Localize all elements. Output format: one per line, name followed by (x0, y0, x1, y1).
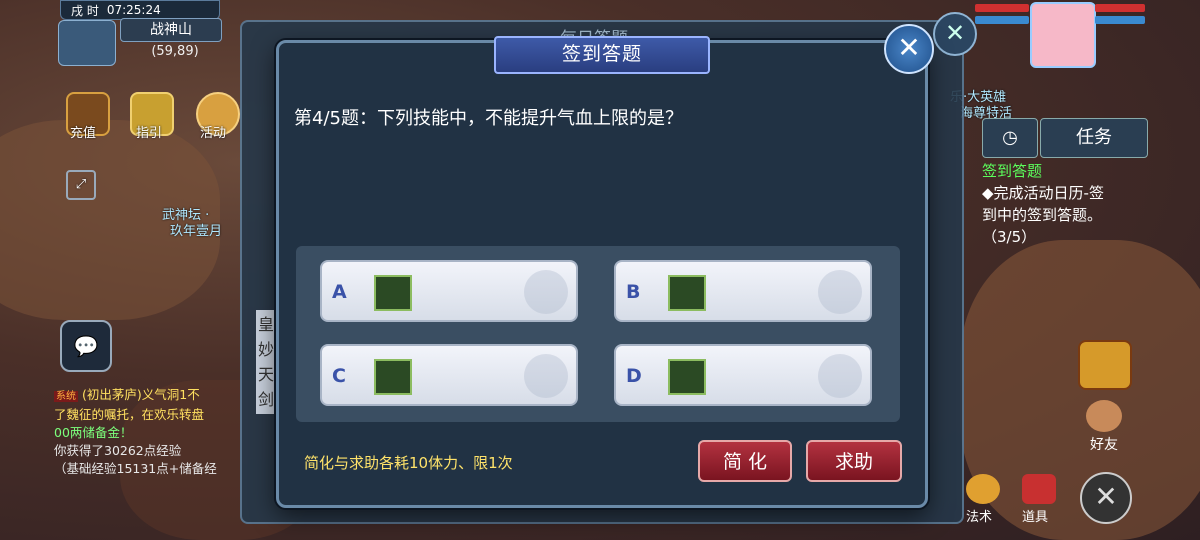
gate-skill-icon (668, 359, 706, 395)
spell-icon[interactable] (966, 474, 1000, 504)
map-avatar[interactable] (58, 20, 116, 66)
friend-label: 好友 (1090, 437, 1118, 453)
decorative-flower-icon (818, 270, 862, 314)
treasure-chest-icon[interactable] (1078, 340, 1132, 390)
chat-line: 00两储备金！ (54, 425, 133, 440)
map-name[interactable]: 战神山 (120, 18, 222, 42)
activity-label: 活动 (200, 126, 227, 141)
map-coordinates: (59,89) (151, 44, 199, 59)
recharge-label: 充值 (70, 126, 97, 141)
inventory-icon[interactable] (1022, 474, 1056, 504)
task-desc: 到中的签到答题。 (982, 206, 1103, 224)
answer-option-a[interactable]: A (320, 260, 578, 322)
decorative-flower-icon (524, 270, 568, 314)
timer-icon[interactable]: ◷ (982, 118, 1038, 158)
task-tracker[interactable]: 签到答题 ◆完成活动日历-签 到中的签到答题。 （3/5） (982, 160, 1182, 248)
hp-bar (975, 4, 1029, 12)
handshake-icon[interactable] (1086, 400, 1122, 432)
answer-option-b[interactable]: B (614, 260, 872, 322)
chat-line: 了魏征的嘱托，在欢乐转盘 (54, 407, 205, 422)
task-desc: ◆完成活动日历-签 (982, 184, 1104, 202)
chat-icon[interactable]: 💬 (60, 320, 112, 372)
help-button[interactable]: 求助 (806, 440, 902, 482)
close-icon[interactable]: ✕ (884, 24, 934, 74)
chat-log: 系统 (初出茅庐)义气洞1不 了魏征的嘱托，在欢乐转盘 00两储备金！ 你获得了… (54, 386, 254, 478)
simplify-button[interactable]: 简 化 (698, 440, 792, 482)
time-value: 07:25:24 (106, 3, 161, 17)
map-label-2: 玖年壹月 (170, 224, 223, 239)
time-prefix: 戌 时 (71, 3, 99, 18)
answer-letter: A (332, 281, 347, 303)
player-portrait[interactable] (1030, 2, 1096, 68)
dialog-title: 签到答题 (494, 36, 710, 74)
chat-line: （基础经验15131点+储备经 (54, 461, 217, 476)
pet-mp-bar (1095, 16, 1145, 24)
close-icon[interactable]: ✕ (933, 12, 977, 56)
decorative-flower-icon (818, 354, 862, 398)
answer-letter: D (626, 365, 642, 387)
guide-label: 指引 (136, 126, 163, 141)
answers-panel: A B C D (296, 246, 900, 422)
answer-option-c[interactable]: C (320, 344, 578, 406)
answer-letter: B (626, 281, 641, 303)
pet-hp-bar (1095, 4, 1145, 12)
chat-text: (初出茅庐)义气洞1不 (81, 387, 200, 402)
question-text: 第4/5题：下列技能中，不能提升气血上限的是？ (294, 108, 683, 129)
task-button[interactable]: 任务 (1040, 118, 1148, 158)
item-label: 道具 (1022, 510, 1049, 525)
task-title: 签到答题 (982, 162, 1043, 180)
task-progress: （3/5） (982, 228, 1037, 246)
answer-option-d[interactable]: D (614, 344, 872, 406)
clock-bar: 戌 时 07:25:24 (60, 0, 220, 20)
menu-close-icon[interactable]: ✕ (1080, 472, 1132, 524)
decorative-flower-icon (524, 354, 568, 398)
cost-note: 简化与求助各耗10体力、限1次 (304, 454, 513, 472)
chat-tag: 系统 (54, 391, 78, 402)
answer-letter: C (332, 365, 346, 387)
herb-skill-icon (668, 275, 706, 311)
chat-line: 系统 (初出茅庐)义气洞1不 (54, 386, 254, 406)
mp-bar (975, 16, 1029, 24)
expand-icon[interactable]: ⤢ (66, 170, 96, 200)
figures-skill-icon (374, 359, 412, 395)
gourd-skill-icon (374, 275, 412, 311)
chat-line: 你获得了30262点经验 (54, 443, 182, 458)
spell-label: 法术 (966, 510, 993, 525)
